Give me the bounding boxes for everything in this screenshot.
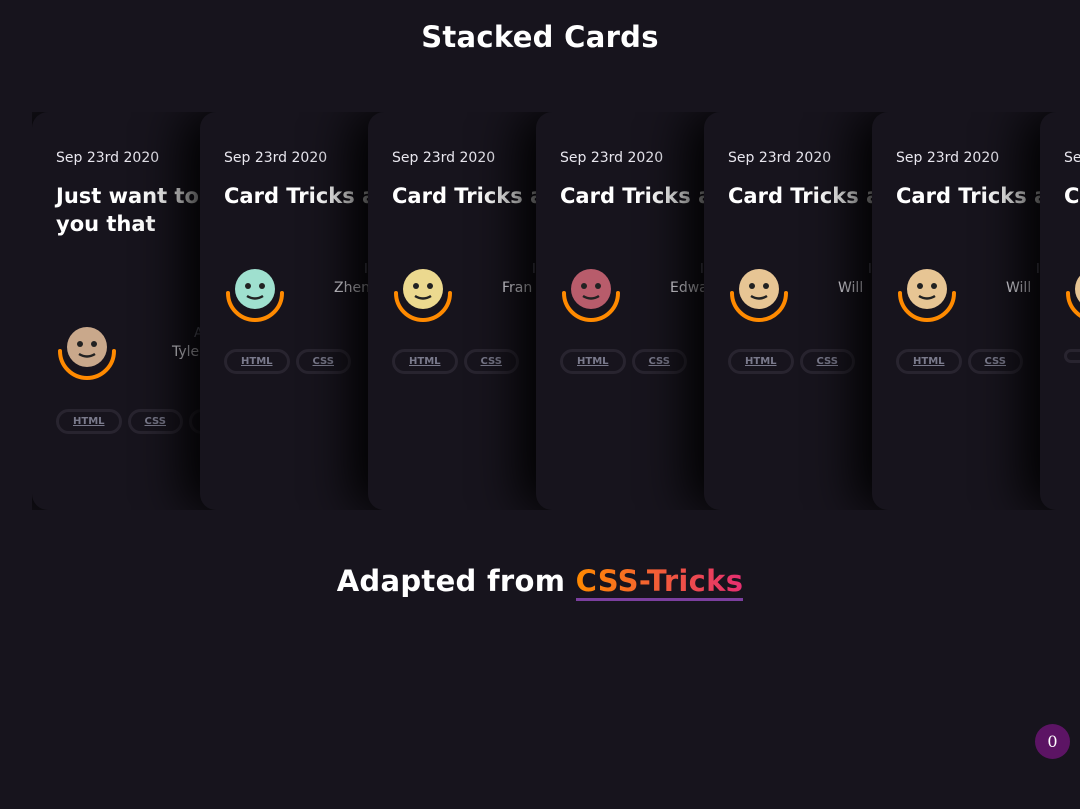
tag-link[interactable]: CSS: [295, 349, 351, 374]
author-avatar-icon[interactable]: [224, 262, 286, 324]
tag-link[interactable]: CSS: [631, 349, 687, 374]
author-avatar-icon[interactable]: [56, 320, 118, 382]
footer: Adapted from CSS-Tricks: [0, 564, 1080, 601]
tag-link[interactable]: CSS: [967, 349, 1023, 374]
author-name[interactable]: Zhen: [334, 280, 370, 296]
tag-link[interactable]: CSS: [799, 349, 855, 374]
tag-link[interactable]: CSS: [127, 409, 183, 434]
card-author: [1064, 262, 1080, 322]
author-avatar-icon[interactable]: [896, 262, 958, 324]
tag-link[interactable]: HTML: [224, 349, 290, 374]
card-date: Se: [1064, 150, 1080, 166]
author-name[interactable]: Tyle: [172, 344, 199, 360]
card-list: Sep 23rd 2020 Just want to you that A Tyle H…: [32, 112, 1080, 510]
css-tricks-link[interactable]: CSS-Tricks: [575, 564, 744, 601]
tag-link[interactable]: [1064, 349, 1080, 363]
author-avatar-icon[interactable]: [1064, 262, 1080, 324]
tag-link[interactable]: HTML: [896, 349, 962, 374]
counter-badge[interactable]: 0: [1035, 724, 1070, 759]
author-name[interactable]: Will: [1006, 280, 1031, 296]
tag-link[interactable]: HTML: [56, 409, 122, 434]
author-avatar-icon[interactable]: [728, 262, 790, 324]
tag-link[interactable]: CSS: [463, 349, 519, 374]
author-avatar-icon[interactable]: [560, 262, 622, 324]
tag-link[interactable]: HTML: [392, 349, 458, 374]
page: Stacked Cards Sep 23rd 2020 Just want to …: [0, 0, 1080, 809]
author-name[interactable]: Will: [838, 280, 863, 296]
author-name[interactable]: Fran: [502, 280, 532, 296]
tag-link[interactable]: HTML: [560, 349, 626, 374]
page-title: Stacked Cards: [421, 20, 659, 54]
card-title[interactable]: C: [1064, 182, 1080, 210]
author-name[interactable]: Edwa: [670, 280, 708, 296]
tag-link[interactable]: HTML: [728, 349, 794, 374]
card-tags: [1064, 349, 1080, 363]
author-avatar-icon[interactable]: [392, 262, 454, 324]
footer-prefix: Adapted from: [336, 564, 566, 598]
card[interactable]: Se C: [1040, 112, 1080, 510]
